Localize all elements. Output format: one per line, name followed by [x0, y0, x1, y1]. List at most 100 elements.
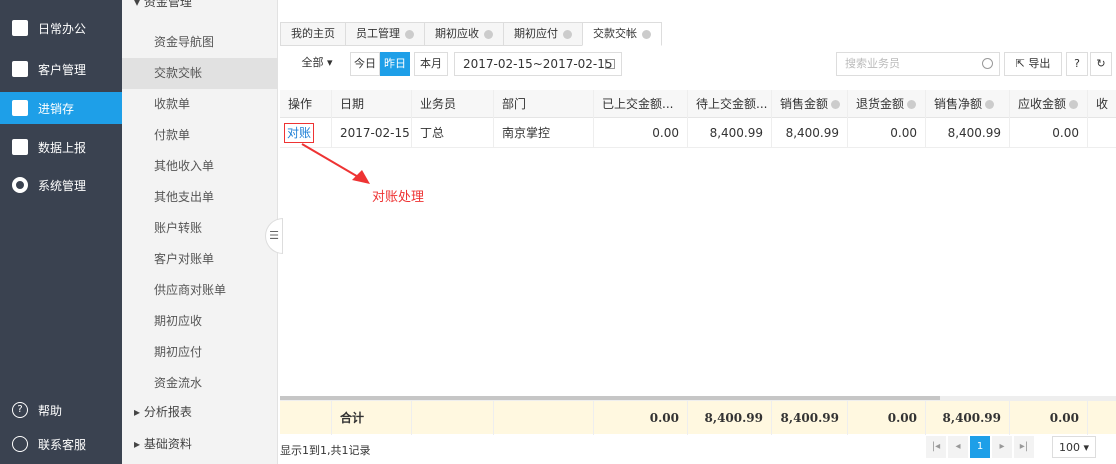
submenu-item[interactable]: 期初应收	[122, 306, 278, 337]
column-header[interactable]: 收	[1088, 90, 1116, 118]
sidebar-item-label: 系统管理	[38, 178, 87, 193]
table-footer: 合计 0.00 8,400.99 8,400.99 0.00 8,400.99 …	[280, 400, 1116, 435]
box-icon	[12, 100, 28, 116]
total-label: 合计	[332, 401, 412, 435]
building-icon	[12, 61, 28, 77]
sidebar-item-label: 日常办公	[38, 21, 87, 36]
column-header[interactable]: 部门	[494, 90, 594, 118]
close-icon[interactable]	[563, 29, 572, 39]
submitted-cell: 0.00	[594, 118, 688, 148]
close-icon[interactable]	[484, 29, 493, 39]
refresh-icon[interactable]: ↻	[1090, 52, 1112, 76]
total-sales: 8,400.99	[772, 401, 848, 435]
submenu-item[interactable]: 其他收入单	[122, 151, 278, 182]
annotation-text: 对账处理	[372, 190, 425, 205]
sidebar-item-label: 进销存	[38, 101, 75, 116]
main-content: 我的主页 员工管理 期初应收 期初应付 交款交帐 全部 ▾ 今日 昨日 本月 2…	[278, 0, 1116, 464]
last-page-icon[interactable]: ▸|	[1014, 436, 1034, 458]
total-returns: 0.00	[848, 401, 926, 435]
table-row: 对账 2017-02-15 丁总 南京掌控 0.00 8,400.99 8,40…	[280, 118, 1116, 148]
tab-opening-receivable[interactable]: 期初应收	[424, 22, 503, 46]
info-icon	[907, 100, 917, 109]
current-page[interactable]: 1	[970, 436, 990, 458]
date-range-picker[interactable]: 2017-02-15~2017-02-15	[454, 52, 622, 76]
net-cell: 8,400.99	[926, 118, 1010, 148]
column-header[interactable]: 已上交金额...	[594, 90, 688, 118]
table-header: 操作 日期 业务员 部门 已上交金额... 待上交金额... 销售金额 退货金额…	[280, 90, 1116, 118]
filter-all-dropdown[interactable]: 全部 ▾	[290, 52, 344, 76]
submenu-section-basic[interactable]: ▸ 基础资料	[122, 430, 278, 458]
sales-cell: 8,400.99	[772, 118, 848, 148]
search-input[interactable]: 搜索业务员	[836, 52, 1000, 76]
column-header[interactable]: 待上交金额...	[688, 90, 772, 118]
headset-icon	[12, 436, 28, 452]
upload-icon	[12, 139, 28, 155]
submenu-item[interactable]: 供应商对账单	[122, 275, 278, 306]
total-net: 8,400.99	[926, 401, 1010, 435]
sidebar-item-label: 客户管理	[38, 62, 87, 77]
toolbar: 全部 ▾ 今日 昨日 本月 2017-02-15~2017-02-15 搜索业务…	[280, 52, 1114, 78]
briefcase-icon	[12, 20, 28, 36]
total-pending: 8,400.99	[688, 401, 772, 435]
annotation-arrow-icon	[301, 143, 370, 184]
tab-staff[interactable]: 员工管理	[345, 22, 424, 46]
sub-menu: ▾ 资金管理 资金导航图 交款交帐 收款单 付款单 其他收入单 其他支出单 账户…	[122, 0, 278, 464]
help-icon: ?	[12, 402, 28, 418]
this-month-button[interactable]: 本月	[414, 52, 448, 76]
sidebar-item-customers[interactable]: 客户管理	[0, 53, 122, 85]
tab-opening-payable[interactable]: 期初应付	[503, 22, 582, 46]
tab-home[interactable]: 我的主页	[280, 22, 345, 46]
salesperson-cell: 丁总	[412, 118, 494, 148]
returns-cell: 0.00	[848, 118, 926, 148]
submenu-item[interactable]: 资金流水	[122, 368, 278, 399]
close-icon[interactable]	[642, 29, 651, 39]
info-icon	[831, 100, 841, 109]
sidebar-item-inventory[interactable]: 进销存	[0, 92, 122, 124]
export-icon: ⇱	[1015, 57, 1025, 70]
submenu-item[interactable]: 客户对账单	[122, 244, 278, 275]
column-header[interactable]: 日期	[332, 90, 412, 118]
submenu-item[interactable]: 其他支出单	[122, 182, 278, 213]
sidebar-item-label: 帮助	[38, 403, 63, 418]
department-cell: 南京掌控	[494, 118, 594, 148]
sidebar-item-label: 联系客服	[38, 437, 87, 452]
search-icon[interactable]	[982, 58, 993, 69]
submenu-item[interactable]: 期初应付	[122, 337, 278, 368]
first-page-icon[interactable]: |◂	[926, 436, 946, 458]
prev-page-icon[interactable]: ◂	[948, 436, 968, 458]
close-icon[interactable]	[405, 29, 414, 39]
sidebar-item-data-report[interactable]: 数据上报	[0, 131, 122, 163]
submenu-item[interactable]: 账户转账	[122, 213, 278, 244]
yesterday-button[interactable]: 昨日	[380, 52, 410, 76]
submenu-item[interactable]: 资金导航图	[122, 27, 278, 58]
tab-payment-settlement[interactable]: 交款交帐	[582, 22, 662, 46]
pager-info: 显示1到1,共1记录	[280, 444, 371, 457]
sidebar-item-system[interactable]: 系统管理	[0, 169, 122, 201]
column-header[interactable]: 销售净额	[926, 90, 1010, 118]
sidebar-item-office[interactable]: 日常办公	[0, 12, 122, 44]
sidebar-item-help[interactable]: ? 帮助	[0, 394, 122, 426]
submenu-section-funds[interactable]: ▾ 资金管理	[122, 0, 278, 16]
column-header[interactable]: 业务员	[412, 90, 494, 118]
gear-icon	[12, 177, 28, 193]
tab-bar: 我的主页 员工管理 期初应收 期初应付 交款交帐	[280, 22, 662, 46]
info-icon	[1069, 100, 1079, 109]
column-header[interactable]: 退货金额	[848, 90, 926, 118]
column-header: 操作	[280, 90, 332, 118]
sidebar-item-contact[interactable]: 联系客服	[0, 428, 122, 460]
column-header[interactable]: 应收金额	[1010, 90, 1088, 118]
submenu-item-active[interactable]: 交款交帐	[122, 58, 278, 89]
main-sidebar: 日常办公 客户管理 进销存 数据上报 系统管理 ? 帮助 联系客服	[0, 0, 122, 464]
info-icon	[985, 100, 995, 109]
calendar-icon	[605, 59, 615, 69]
total-submitted: 0.00	[594, 401, 688, 435]
column-header[interactable]: 销售金额	[772, 90, 848, 118]
next-page-icon[interactable]: ▸	[992, 436, 1012, 458]
export-button[interactable]: ⇱ 导出	[1004, 52, 1062, 76]
submenu-section-analysis[interactable]: ▸ 分析报表	[122, 398, 278, 426]
help-button[interactable]: ?	[1066, 52, 1088, 76]
submenu-item[interactable]: 收款单	[122, 89, 278, 120]
today-button[interactable]: 今日	[350, 52, 380, 76]
page-size-select[interactable]: 100 ▾	[1052, 436, 1096, 458]
submenu-item[interactable]: 付款单	[122, 120, 278, 151]
